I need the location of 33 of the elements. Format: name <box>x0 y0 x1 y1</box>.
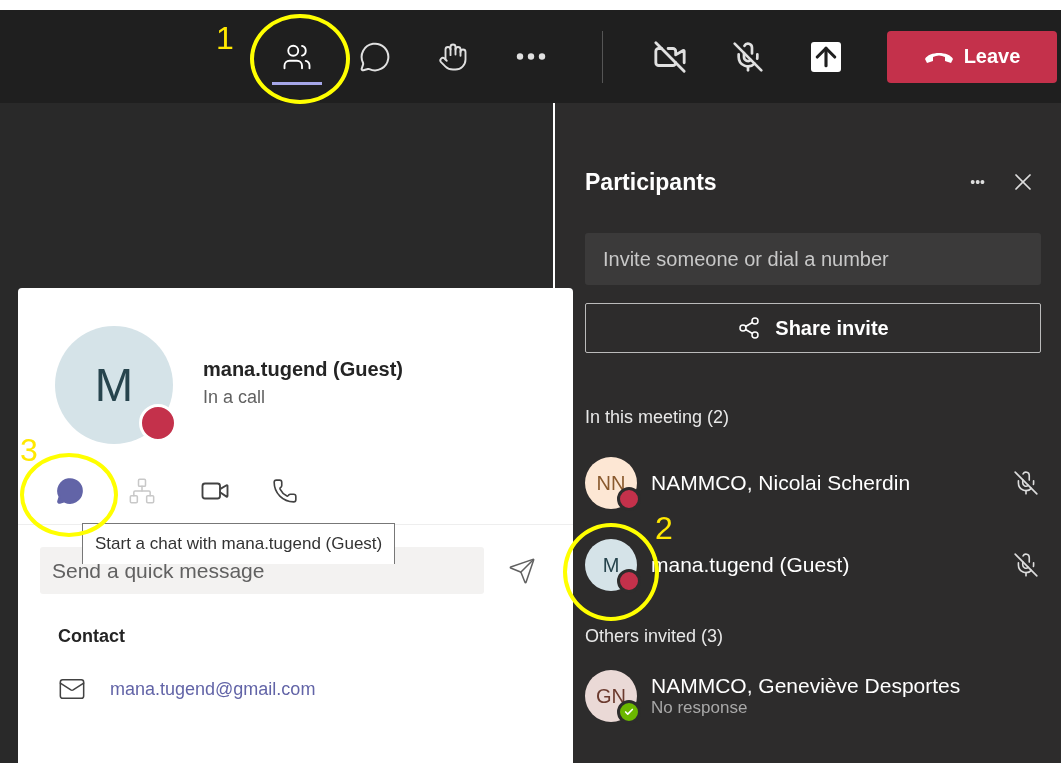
more-icon <box>516 53 546 60</box>
avatar: NN <box>585 457 637 509</box>
chat-icon <box>56 477 84 505</box>
annotation-number: 2 <box>655 510 673 547</box>
share-icon <box>737 316 762 340</box>
participant-name: NAMMCO, Geneviève Desportes <box>651 674 962 698</box>
phone-icon <box>272 478 298 504</box>
annotation-number: 1 <box>216 20 234 57</box>
email-link[interactable]: mana.tugend@gmail.com <box>110 678 316 700</box>
participant-name: NAMMCO, Nicolai Scherdin <box>651 471 912 495</box>
contact-heading: Contact <box>58 626 126 647</box>
participant-status: No response <box>651 698 749 718</box>
avatar: GN <box>585 670 637 722</box>
contact-name: mana.tugend (Guest) <box>203 358 403 381</box>
avatar: M <box>55 326 173 444</box>
leave-button[interactable]: Leave <box>887 30 1057 83</box>
camera-off-icon <box>653 39 687 74</box>
contact-status: In a call <box>203 387 267 408</box>
raised-hand-icon <box>438 41 468 72</box>
org-chart-icon <box>128 477 156 505</box>
panel-title: Participants <box>585 168 718 196</box>
annotation-number: 3 <box>20 432 38 469</box>
section-heading: In this meeting (2) <box>585 407 731 428</box>
invite-field[interactable]: Invite someone or dial a number <box>585 233 1041 285</box>
share-screen-icon <box>811 41 841 72</box>
share-invite-button[interactable]: Share invite <box>585 303 1041 353</box>
avatar: M <box>585 539 637 591</box>
tooltip: Start a chat with mana.tugend (Guest) <box>82 523 396 564</box>
chat-icon <box>359 40 391 73</box>
section-heading: Others invited (3) <box>585 626 725 647</box>
mic-off-icon <box>732 40 764 73</box>
send-icon <box>508 556 536 585</box>
more-button[interactable]: ••• <box>966 170 989 194</box>
